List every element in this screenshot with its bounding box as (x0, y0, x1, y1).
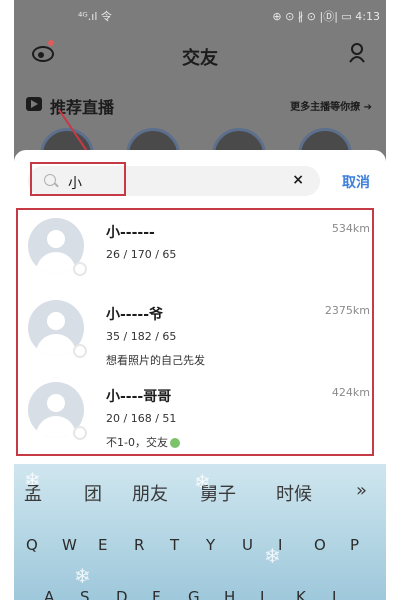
user-name: 小------ (106, 225, 155, 241)
expand-candidates-icon[interactable]: » (356, 480, 367, 501)
result-row[interactable]: 小------ 26 / 170 / 65 534km (18, 210, 372, 290)
key[interactable]: H (224, 588, 235, 600)
live-more-link[interactable]: 更多主播等你撩 ➔ (290, 98, 372, 113)
key[interactable]: I (278, 536, 282, 554)
result-row[interactable]: 小-----爷 35 / 182 / 65 想看照片的自己先发 2375km (18, 292, 372, 372)
candidate-word[interactable]: 时候 (276, 480, 312, 506)
key[interactable]: Y (206, 536, 215, 554)
clear-icon[interactable]: × (292, 172, 304, 188)
phone-screen: ⁴ᴳ.ıl 令 ⊕ ⊙ ∦ ⊙ |Ⓓ| ▭ 4:13 交友 推荐直播 更多主播等… (14, 0, 386, 600)
user-stats: 35 / 182 / 65 (106, 330, 177, 343)
key[interactable]: J (260, 588, 264, 600)
status-dot (73, 426, 87, 440)
person-search-icon[interactable] (348, 42, 368, 64)
candidate-bar: 孟 团 朋友 舅子 时候 » (14, 480, 386, 510)
user-name: 小-----爷 (106, 307, 164, 323)
key[interactable]: A (44, 588, 54, 600)
search-sheet: 小 × 取消 小------ 26 / 170 / 65 534km 小----… (14, 150, 386, 470)
emoji-icon (169, 438, 180, 448)
system-status: ⊕ ⊙ ∦ ⊙ |Ⓓ| ▭ 4:13 (272, 10, 380, 23)
result-row[interactable]: 小----哥哥 20 / 168 / 51 不1-0，交友 424km (18, 374, 372, 454)
user-note: 想看照片的自己先发 (106, 354, 205, 367)
live-section-header: 推荐直播 更多主播等你撩 ➔ (14, 94, 386, 117)
key[interactable]: T (170, 536, 179, 554)
user-stats: 26 / 170 / 65 (106, 248, 177, 261)
page-title: 交友 (182, 48, 218, 69)
key[interactable]: Q (26, 536, 38, 554)
key[interactable]: D (116, 588, 128, 600)
status-dot (73, 262, 87, 276)
key[interactable]: F (152, 588, 161, 600)
signal-status: ⁴ᴳ.ıl 令 (78, 10, 112, 23)
cancel-button[interactable]: 取消 (342, 172, 370, 192)
key[interactable]: S (80, 588, 90, 600)
candidate-word[interactable]: 团 (84, 480, 102, 506)
key[interactable]: G (188, 588, 200, 600)
key[interactable]: R (134, 536, 144, 554)
key[interactable]: L (332, 588, 340, 600)
key[interactable]: E (98, 536, 107, 554)
user-note: 不1-0，交友 (106, 434, 180, 450)
live-section-label: 推荐直播 (50, 98, 115, 117)
snowflake-decoration: ❄ (74, 564, 91, 588)
key[interactable]: K (296, 588, 306, 600)
key[interactable]: O (314, 536, 326, 554)
key[interactable]: W (62, 536, 77, 554)
key[interactable]: U (242, 536, 253, 554)
candidate-word[interactable]: 朋友 (132, 480, 168, 506)
keyboard: ❄ ❄ ❄ ❄ 孟 团 朋友 舅子 时候 » Q W E R T Y U I O… (14, 464, 386, 600)
user-distance: 2375km (324, 304, 370, 317)
top-bar: 交友 (14, 40, 386, 72)
candidate-word[interactable]: 舅子 (200, 480, 236, 506)
user-distance: 424km (331, 386, 370, 399)
live-video-icon (26, 97, 42, 111)
user-name: 小----哥哥 (106, 389, 172, 405)
user-note-text: 不1-0，交友 (106, 436, 168, 449)
candidate-word[interactable]: 孟 (24, 480, 42, 506)
status-bar: ⁴ᴳ.ıl 令 ⊕ ⊙ ∦ ⊙ |Ⓓ| ▭ 4:13 (14, 8, 386, 26)
results-list: 小------ 26 / 170 / 65 534km 小-----爷 35 /… (16, 208, 374, 456)
user-stats: 20 / 168 / 51 (106, 412, 177, 425)
highlight-box (30, 162, 126, 196)
key[interactable]: P (350, 536, 359, 554)
status-dot (73, 344, 87, 358)
user-distance: 534km (331, 222, 370, 235)
